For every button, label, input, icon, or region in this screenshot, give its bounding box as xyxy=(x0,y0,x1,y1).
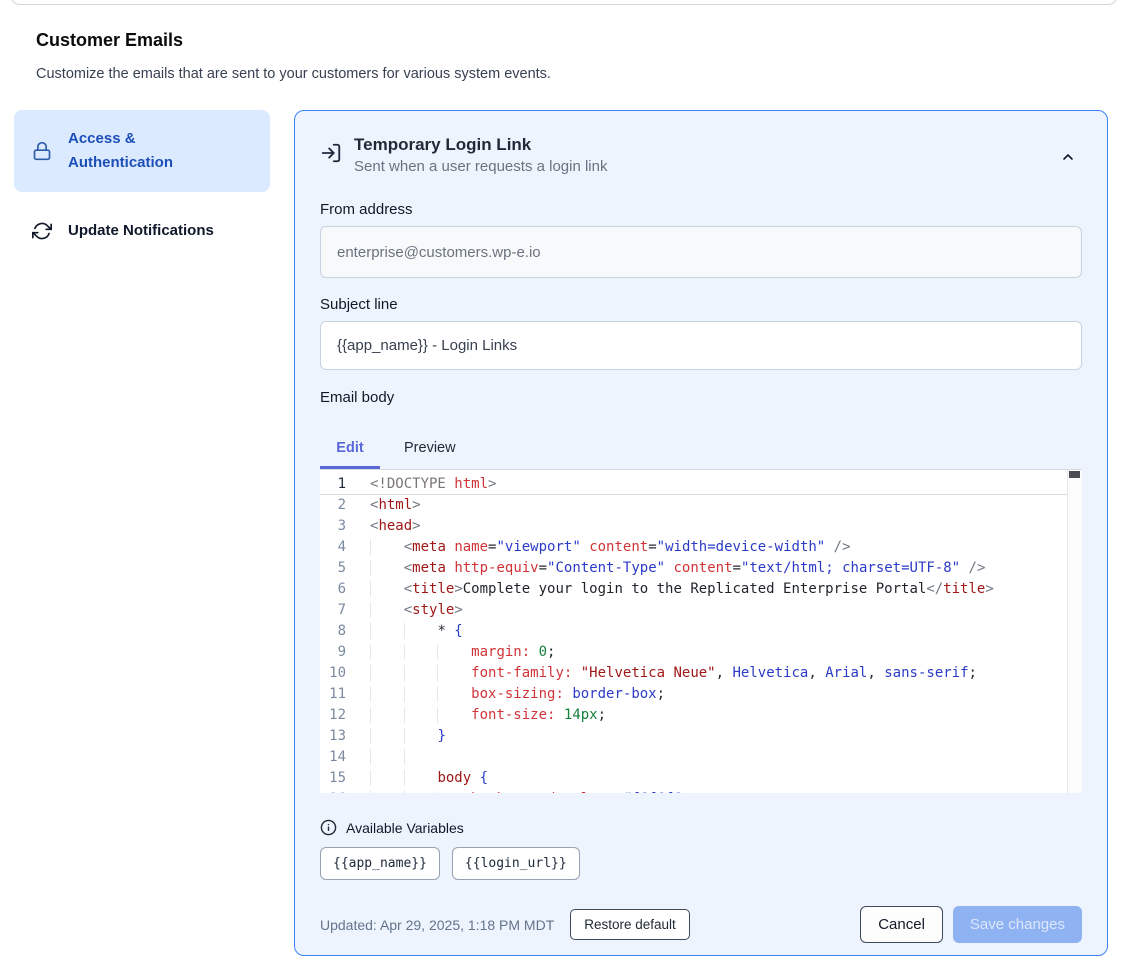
code-line-text: <style> xyxy=(370,600,463,621)
sidebar-item-update-notifications[interactable]: Update Notifications xyxy=(14,206,270,256)
editor-scrollbar-thumb[interactable] xyxy=(1069,471,1080,478)
variable-chips: {{app_name}} {{login_url}} xyxy=(320,847,1082,880)
code-line: 12 font-size: 14px; xyxy=(320,705,1082,726)
from-address-label: From address xyxy=(320,201,1082,218)
code-line-text: <meta http-equiv="Content-Type" content=… xyxy=(370,558,985,579)
info-icon xyxy=(320,819,337,836)
updated-timestamp: Updated: Apr 29, 2025, 1:18 PM MDT xyxy=(320,917,554,933)
sidebar-item-label: Access & Authentication xyxy=(68,127,196,175)
available-variables-label: Available Variables xyxy=(346,820,464,836)
line-number: 12 xyxy=(320,705,370,726)
cancel-button[interactable]: Cancel xyxy=(860,906,943,943)
code-line: 2<html> xyxy=(320,495,1082,516)
collapse-panel-button[interactable] xyxy=(1056,145,1080,169)
restore-default-button[interactable]: Restore default xyxy=(570,909,690,940)
code-line-text: <!DOCTYPE html> xyxy=(370,474,496,495)
save-changes-button[interactable]: Save changes xyxy=(953,906,1082,943)
code-line: 6 <title>Complete your login to the Repl… xyxy=(320,579,1082,600)
subject-line-field[interactable] xyxy=(320,321,1082,370)
line-number: 10 xyxy=(320,663,370,684)
line-number: 1 xyxy=(320,474,370,495)
editor-scrollbar-track[interactable] xyxy=(1067,470,1082,793)
line-number: 16 xyxy=(320,789,370,793)
code-line-text: <meta name="viewport" content="width=dev… xyxy=(370,537,851,558)
email-body-code-editor[interactable]: 1<!DOCTYPE html>2<html>3<head>4 <meta na… xyxy=(320,469,1082,793)
line-number: 8 xyxy=(320,621,370,642)
line-number: 6 xyxy=(320,579,370,600)
line-number: 14 xyxy=(320,747,370,768)
subject-line-label: Subject line xyxy=(320,296,1082,313)
code-line: 11 box-sizing: border-box; xyxy=(320,684,1082,705)
line-number: 7 xyxy=(320,600,370,621)
tab-preview[interactable]: Preview xyxy=(380,430,480,469)
panel-footer: Updated: Apr 29, 2025, 1:18 PM MDT Resto… xyxy=(320,906,1082,943)
email-body-tabs: EditPreview xyxy=(320,430,1082,469)
login-icon xyxy=(320,142,342,164)
code-line-text: * { xyxy=(370,621,463,642)
previous-card-bottom-edge xyxy=(10,0,1118,5)
from-address-field xyxy=(320,226,1082,278)
line-number: 9 xyxy=(320,642,370,663)
panel-header: Temporary Login Link Sent when a user re… xyxy=(320,135,1082,175)
code-line: 4 <meta name="viewport" content="width=d… xyxy=(320,537,1082,558)
sidebar-item-access-authentication[interactable]: Access & Authentication xyxy=(14,110,270,192)
refresh-icon xyxy=(32,221,52,241)
line-number: 4 xyxy=(320,537,370,558)
code-line: 7 <style> xyxy=(320,600,1082,621)
code-line: 10 font-family: "Helvetica Neue", Helvet… xyxy=(320,663,1082,684)
tab-edit[interactable]: Edit xyxy=(320,430,380,469)
variable-chip-login-url[interactable]: {{login_url}} xyxy=(452,847,580,880)
code-line-text: body { xyxy=(370,768,488,789)
code-line: 8 * { xyxy=(320,621,1082,642)
panel-title: Temporary Login Link xyxy=(354,135,607,155)
chevron-up-icon xyxy=(1060,149,1076,165)
code-line-text xyxy=(370,747,437,768)
line-number: 11 xyxy=(320,684,370,705)
email-body-label: Email body xyxy=(320,389,1082,406)
page-subtitle: Customize the emails that are sent to yo… xyxy=(36,66,551,82)
line-number: 2 xyxy=(320,495,370,516)
line-number: 15 xyxy=(320,768,370,789)
panel-subtitle: Sent when a user requests a login link xyxy=(354,158,607,175)
code-line: 13 } xyxy=(320,726,1082,747)
code-line: 5 <meta http-equiv="Content-Type" conten… xyxy=(320,558,1082,579)
available-variables-row: Available Variables xyxy=(320,819,1082,836)
sidebar-item-label: Update Notifications xyxy=(68,219,214,243)
code-line-text: <title>Complete your login to the Replic… xyxy=(370,579,994,600)
code-line-text: background-color: #f6f6f6; xyxy=(370,789,690,793)
code-line: 14 xyxy=(320,747,1082,768)
code-line: 3<head> xyxy=(320,516,1082,537)
code-line-text: font-size: 14px; xyxy=(370,705,606,726)
code-line: 9 margin: 0; xyxy=(320,642,1082,663)
code-line-text: <html> xyxy=(370,495,421,516)
code-line-text: } xyxy=(370,726,446,747)
code-line-text: box-sizing: border-box; xyxy=(370,684,665,705)
line-number: 3 xyxy=(320,516,370,537)
code-line-text: margin: 0; xyxy=(370,642,555,663)
code-line: 16 background-color: #f6f6f6; xyxy=(320,789,1082,793)
line-number: 13 xyxy=(320,726,370,747)
code-line: 15 body { xyxy=(320,768,1082,789)
email-sections-sidebar: Access & Authentication Update Notificati… xyxy=(14,110,270,270)
code-line-text: font-family: "Helvetica Neue", Helvetica… xyxy=(370,663,977,684)
lock-icon xyxy=(32,141,52,161)
page-title: Customer Emails xyxy=(36,30,183,51)
temporary-login-link-panel: Temporary Login Link Sent when a user re… xyxy=(294,110,1108,956)
code-line: 1<!DOCTYPE html> xyxy=(320,474,1082,495)
line-number: 5 xyxy=(320,558,370,579)
variable-chip-app-name[interactable]: {{app_name}} xyxy=(320,847,440,880)
code-line-text: <head> xyxy=(370,516,421,537)
